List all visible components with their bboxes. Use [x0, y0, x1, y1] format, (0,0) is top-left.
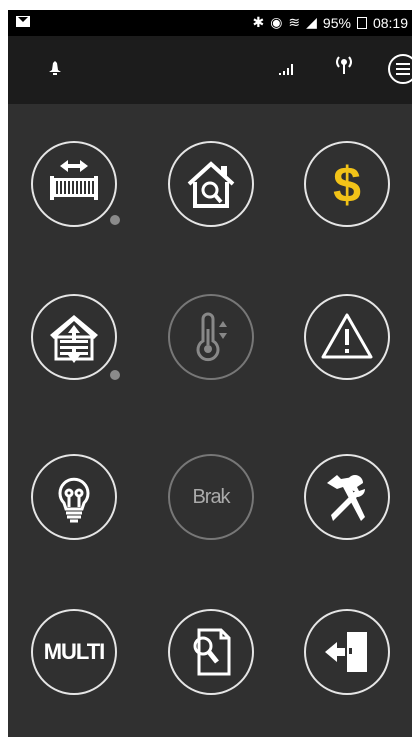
garage-door-icon [50, 315, 98, 363]
alarm-icon: ◉ [270, 14, 283, 30]
alarm-warning-button[interactable] [304, 294, 390, 380]
house-search-icon [187, 161, 235, 208]
bluetooth-icon: ✱ [252, 14, 265, 30]
svg-text:$: $ [333, 157, 361, 212]
document-search-icon [193, 628, 231, 676]
thermostat-button[interactable] [168, 294, 254, 380]
wifi-icon: ≋ [288, 14, 301, 30]
cell-signal-icon: ◢ [306, 14, 317, 30]
antenna-icon[interactable] [333, 54, 355, 81]
brak-label: Brak [192, 485, 230, 508]
lighting-button[interactable] [31, 454, 117, 540]
dollar-icon: $ [333, 157, 361, 212]
tools-icon [327, 475, 365, 521]
exit-button[interactable] [304, 609, 390, 695]
clock: 08:19 [372, 14, 408, 31]
service-tools-button[interactable] [304, 454, 390, 540]
control-grid: $ Brak MULTI [8, 104, 412, 737]
gate-button[interactable] [31, 141, 117, 227]
gate-status-dot [110, 215, 120, 225]
document-search-button[interactable] [168, 609, 254, 695]
house-search-button[interactable] [168, 141, 254, 227]
multi-label: MULTI [43, 639, 106, 664]
mail-notification-icon [16, 14, 30, 30]
warning-icon [321, 313, 373, 359]
signal-strength-icon[interactable] [278, 62, 296, 79]
garage-status-dot [110, 370, 120, 380]
gate-icon [50, 160, 98, 200]
battery-percent: 95% [322, 14, 351, 31]
exit-door-icon [325, 632, 367, 672]
app-toolbar [8, 36, 414, 104]
payment-button[interactable]: $ [304, 141, 390, 227]
garage-button[interactable] [31, 294, 117, 380]
thermometer-icon [196, 312, 227, 362]
lightbulb-icon [58, 477, 90, 523]
status-indicators: ✱ ◉ ≋ ◢ 95% 08:19 [252, 14, 408, 31]
battery-icon [356, 16, 367, 29]
multi-button[interactable]: MULTI [31, 609, 117, 695]
bell-icon[interactable] [48, 60, 62, 76]
menu-icon[interactable] [388, 54, 414, 84]
status-bar: ✱ ◉ ≋ ◢ 95% 08:19 [8, 10, 412, 36]
brak-button[interactable]: Brak [168, 454, 254, 540]
